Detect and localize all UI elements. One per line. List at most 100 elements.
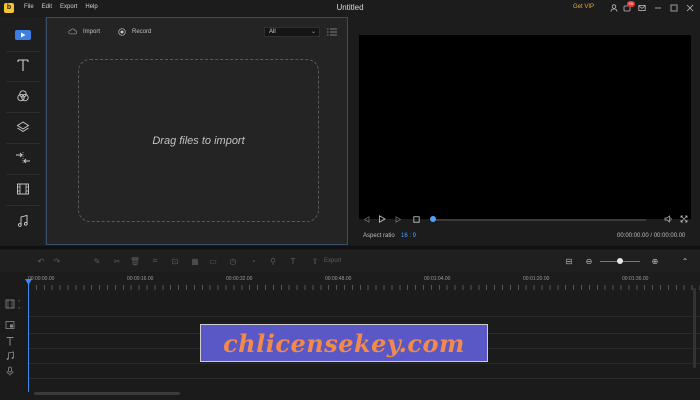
split-icon[interactable]: ✂ — [112, 256, 122, 266]
delete-icon[interactable]: 🗑︎ — [130, 256, 140, 266]
video-track-header: ⋄ ⋄ — [0, 294, 28, 314]
track-divider — [28, 378, 700, 379]
sidebar-item-text[interactable] — [8, 55, 38, 75]
sidebar-item-filters[interactable] — [8, 86, 38, 106]
scroll-up-icon[interactable]: ⌃ — [680, 256, 690, 266]
film-icon — [17, 183, 29, 195]
menu-help[interactable]: Help — [85, 4, 97, 10]
playback-timecode: 00:00:00.00 / 00:00:00.00 — [617, 233, 686, 239]
sidebar-item-overlays[interactable] — [8, 117, 38, 137]
sidebar-item-music[interactable] — [8, 211, 38, 231]
timeline-export-label[interactable]: Export — [324, 258, 341, 264]
ruler-label: 00:00:48.00 — [325, 276, 352, 282]
edit-icon[interactable]: ✎ — [92, 256, 102, 266]
preview-panel: Aspect ratio 16 : 9 00:00:00.00 / 00:00:… — [350, 17, 700, 245]
next-frame-icon[interactable] — [393, 214, 403, 224]
overlays-icon — [16, 121, 30, 133]
voiceover-icon[interactable]: ⚲ — [268, 256, 278, 266]
watermark-banner: chlicensekey.com — [200, 324, 488, 362]
media-icon — [15, 30, 31, 40]
get-vip-button[interactable]: Get VIP — [573, 4, 594, 10]
play-icon[interactable] — [377, 214, 387, 224]
text-to-speech-icon[interactable]: T — [288, 256, 298, 266]
preview-screen — [359, 35, 691, 219]
zoom-out-icon[interactable]: ⊖ — [584, 256, 594, 266]
watermark-text: chlicensekey.com — [223, 328, 465, 358]
music-track-icon — [6, 351, 14, 360]
sidebar-item-media[interactable] — [8, 25, 38, 45]
freeze-icon[interactable]: ▭ — [208, 256, 218, 266]
previous-frame-icon[interactable] — [361, 214, 371, 224]
filters-icon — [17, 90, 29, 102]
list-view-icon[interactable] — [327, 28, 337, 36]
maximize-icon[interactable] — [668, 2, 679, 13]
duration-icon[interactable]: ◷ — [228, 256, 238, 266]
aspect-ratio-label: Aspect ratio — [363, 233, 395, 239]
text-icon — [17, 59, 29, 71]
pip-track-header — [0, 318, 28, 332]
record-button[interactable]: Record — [117, 27, 152, 36]
sidebar-item-transitions[interactable] — [8, 148, 38, 168]
stop-icon[interactable] — [411, 214, 421, 224]
minimize-icon[interactable] — [652, 2, 663, 13]
timeline-toolbar: ↶ ↷ ✎ ✂ 🗑︎ ⌗ ⊡ ▦ ▭ ◷ ◔ ⚲ T ⇪ Export ⊟ ⊖ … — [0, 250, 700, 272]
import-button[interactable]: Import — [68, 28, 100, 35]
text-track-header — [0, 334, 28, 348]
panel-splitter[interactable] — [0, 246, 700, 249]
track-divider — [28, 363, 700, 364]
microphone-icon — [6, 366, 14, 376]
import-dropzone[interactable]: Drag files to import — [78, 59, 319, 222]
speed-icon[interactable]: ◔ — [248, 256, 258, 266]
zoom-slider-knob[interactable] — [617, 258, 623, 264]
sidebar-divider — [6, 205, 40, 206]
record-label: Record — [132, 28, 152, 35]
playback-progress-knob[interactable] — [430, 216, 436, 222]
app-logo: b — [4, 3, 14, 13]
feedback-icon[interactable] — [636, 2, 647, 13]
timeline-vertical-scrollbar[interactable] — [693, 288, 696, 368]
export-icon[interactable]: ⇪ — [310, 256, 320, 266]
video-track-icon — [5, 299, 15, 309]
menu-bar: File Edit Export Help — [24, 4, 98, 10]
timeline-horizontal-scrollbar[interactable] — [34, 392, 180, 395]
undo-icon[interactable]: ↶ — [36, 256, 46, 266]
playback-controls — [350, 213, 700, 227]
track-options[interactable]: ⋄ ⋄ — [18, 298, 21, 310]
record-icon — [117, 27, 126, 36]
tool-sidebar — [0, 17, 46, 245]
sidebar-divider — [6, 81, 40, 82]
dropzone-text: Drag files to import — [152, 134, 245, 147]
sidebar-divider — [6, 112, 40, 113]
menu-export[interactable]: Export — [60, 4, 77, 10]
menu-edit[interactable]: Edit — [42, 4, 52, 10]
ruler-label: 00:01:36.00 — [622, 276, 649, 282]
crop-icon[interactable]: ⌗ — [150, 256, 160, 266]
media-filter-value: All — [269, 29, 276, 35]
music-track-header — [0, 349, 28, 363]
zoom-clip-icon[interactable]: ⊡ — [170, 256, 180, 266]
menu-file[interactable]: File — [24, 4, 34, 10]
account-icon[interactable] — [608, 2, 619, 13]
mosaic-icon[interactable]: ▦ — [190, 256, 200, 266]
playback-progress-track[interactable] — [433, 219, 646, 221]
timeline-ruler[interactable]: 00:00:00.00 00:00:16.00 00:00:32.00 00:0… — [28, 272, 700, 290]
ruler-label: 00:00:32.00 — [226, 276, 253, 282]
transitions-icon — [16, 152, 30, 164]
sidebar-divider — [6, 51, 40, 52]
media-filter-select[interactable]: All ⌄ — [264, 27, 320, 37]
zoom-in-icon[interactable]: ⊕ — [650, 256, 660, 266]
volume-icon[interactable] — [663, 214, 673, 224]
import-label: Import — [83, 28, 101, 35]
redo-icon[interactable]: ↷ — [52, 256, 62, 266]
aspect-ratio-select[interactable]: 16 : 9 — [401, 233, 416, 239]
playhead[interactable] — [28, 282, 29, 392]
notification-icon[interactable]: 99 — [621, 1, 635, 13]
fit-timeline-icon[interactable]: ⊟ — [564, 256, 574, 266]
fullscreen-icon[interactable] — [679, 214, 689, 224]
voiceover-track-header — [0, 364, 28, 378]
close-icon[interactable] — [684, 2, 695, 13]
media-toolbar: Import Record All ⌄ — [47, 18, 347, 46]
pip-track-icon — [5, 321, 15, 329]
sidebar-divider — [6, 143, 40, 144]
sidebar-item-elements[interactable] — [8, 179, 38, 199]
